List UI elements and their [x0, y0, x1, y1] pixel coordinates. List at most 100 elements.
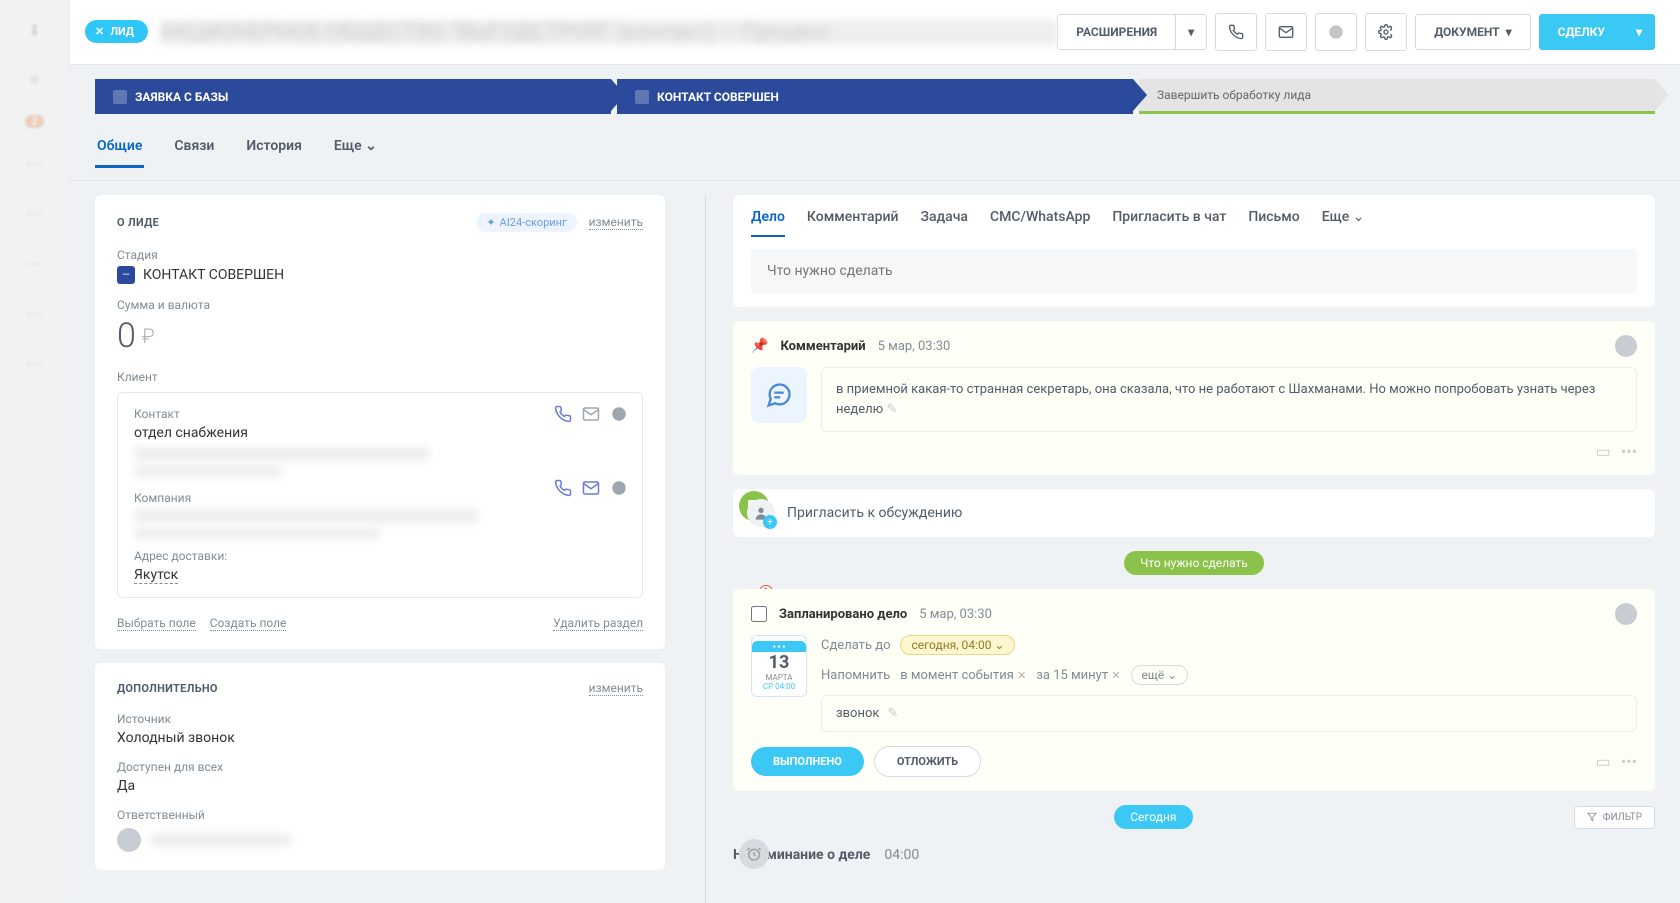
- additional-title: ДОПОЛНИТЕЛЬНО: [117, 682, 218, 695]
- stage-item[interactable]: КОНТАКТ СОВЕРШЕН: [617, 79, 1133, 114]
- delete-section-link[interactable]: Удалить раздел: [553, 616, 643, 631]
- deal-dropdown[interactable]: ▾: [1624, 14, 1655, 50]
- additional-card: ДОПОЛНИТЕЛЬНО изменить Источник Холодный…: [95, 663, 665, 870]
- reminder-marker-icon: [739, 839, 769, 869]
- contact-value: отдел снабжения: [134, 425, 626, 441]
- edit-icon[interactable]: ✎: [887, 706, 898, 721]
- rail-icon-1[interactable]: ⬇: [20, 15, 50, 45]
- rail-icon-2[interactable]: ≡: [20, 65, 50, 95]
- tab-links[interactable]: Связи: [172, 128, 216, 168]
- pin-icon[interactable]: 📌: [751, 338, 768, 354]
- rail-icon-6[interactable]: ⋯: [20, 298, 50, 328]
- avail-label: Доступен для всех: [117, 760, 643, 774]
- edit-icon[interactable]: ✎: [887, 402, 898, 417]
- extensions-button[interactable]: РАСШИРЕНИЯ: [1057, 14, 1176, 50]
- stage-label: Стадия: [117, 248, 643, 262]
- edit-link[interactable]: изменить: [589, 681, 643, 696]
- stage-value: — КОНТАКТ СОВЕРШЕН: [117, 266, 643, 284]
- rail-icon-7[interactable]: ⋯: [20, 348, 50, 378]
- company-label: Компания: [134, 491, 626, 505]
- amount-label: Сумма и валюта: [117, 298, 643, 312]
- extensions-dropdown[interactable]: ▾: [1176, 14, 1207, 50]
- stage-icon: [635, 90, 649, 104]
- plus-icon: +: [763, 515, 777, 529]
- stage-item[interactable]: ЗАЯВКА С БАЗЫ: [95, 79, 611, 114]
- document-button[interactable]: ДОКУМЕНТ ▾: [1415, 14, 1530, 50]
- tab-common[interactable]: Общие: [95, 128, 144, 168]
- mail-icon[interactable]: [582, 405, 600, 423]
- tl-tab-todo[interactable]: Дело: [751, 209, 785, 237]
- delivery-value[interactable]: Якутск: [134, 567, 178, 584]
- rail-icon-4[interactable]: ⋯: [20, 198, 50, 228]
- tl-tab-comment[interactable]: Комментарий: [807, 209, 899, 237]
- mail-icon[interactable]: [582, 479, 600, 497]
- avatar: [1615, 335, 1637, 357]
- chip-today: Сегодня: [1114, 805, 1192, 829]
- source-label: Источник: [117, 712, 643, 726]
- rail-icon-5[interactable]: ⋯: [20, 248, 50, 278]
- comment-card: 📌 Комментарий 5 мар, 03:30: [733, 321, 1655, 475]
- postpone-button[interactable]: ОТЛОЖИТЬ: [874, 746, 981, 777]
- about-lead-title: О ЛИДЕ: [117, 216, 159, 229]
- filter-button[interactable]: ФИЛЬТР: [1574, 806, 1655, 829]
- topbar: АКЦИОНЕРНОЕ ОБЩЕСТВО "ВЫГОДСТРОЙ" (конта…: [70, 0, 1680, 65]
- avatar: [1615, 603, 1637, 625]
- settings-button[interactable]: [1365, 13, 1407, 51]
- left-rail: ⬇ ≡ 2 ⋯ ⋯ ⋯ ⋯ ⋯: [0, 0, 70, 903]
- mail-button[interactable]: [1265, 13, 1307, 51]
- planned-checkbox[interactable]: [751, 606, 767, 622]
- comment-date: 5 мар, 03:30: [878, 339, 951, 354]
- invite-row[interactable]: + Пригласить к обсуждению: [733, 489, 1655, 537]
- due-pill[interactable]: сегодня, 04:00 ⌄: [900, 635, 1015, 655]
- pipeline: ЗАЯВКА С БАЗЫ КОНТАКТ СОВЕРШЕН Завершить…: [70, 65, 1680, 128]
- chat-button[interactable]: [1315, 13, 1357, 51]
- amount-value: 0₽: [117, 316, 643, 356]
- phone-icon[interactable]: [554, 405, 572, 423]
- tl-tab-task[interactable]: Задача: [920, 209, 967, 237]
- reminder-time: 04:00: [884, 847, 919, 863]
- planned-text: звонок ✎: [821, 695, 1637, 732]
- rail-icon-3[interactable]: ⋯: [20, 148, 50, 178]
- close-icon[interactable]: ✕: [95, 25, 104, 38]
- avail-value: Да: [117, 778, 643, 794]
- tab-history[interactable]: История: [244, 128, 304, 168]
- tab-more[interactable]: Еще ⌄: [332, 128, 379, 168]
- remind-more[interactable]: ещё ⌄: [1131, 665, 1189, 685]
- phone-button[interactable]: [1215, 13, 1257, 51]
- planned-title: Запланировано дело: [779, 607, 907, 622]
- page-title: АКЦИОНЕРНОЕ ОБЩЕСТВО "ВЫГОДСТРОЙ" (конта…: [160, 20, 1057, 45]
- avatar: [117, 828, 141, 852]
- chat-icon[interactable]: [610, 405, 628, 423]
- client-card: Контакт отдел снабжения Компания Адрес д: [117, 392, 643, 598]
- contact-label: Контакт: [134, 407, 626, 421]
- lead-tag-label: ЛИД: [110, 25, 134, 38]
- lead-tag[interactable]: ✕ ЛИД: [85, 20, 148, 43]
- create-field-link[interactable]: Создать поле: [210, 616, 287, 631]
- edit-link[interactable]: изменить: [589, 215, 643, 230]
- stage-final[interactable]: Завершить обработку лида: [1139, 79, 1655, 114]
- tl-tab-more[interactable]: Еще ⌄: [1322, 209, 1365, 237]
- deal-button[interactable]: СДЕЛКУ: [1539, 14, 1624, 50]
- remind-tag[interactable]: в момент события ✕: [900, 668, 1026, 683]
- note-icon[interactable]: ▭: [1596, 752, 1611, 771]
- tl-tab-invite[interactable]: Пригласить в чат: [1112, 209, 1226, 237]
- more-icon[interactable]: •••: [1621, 752, 1637, 771]
- tl-tab-sms[interactable]: СМС/WhatsApp: [990, 209, 1090, 237]
- tl-tab-letter[interactable]: Письмо: [1248, 209, 1299, 237]
- more-icon[interactable]: •••: [1621, 442, 1637, 461]
- select-field-link[interactable]: Выбрать поле: [117, 616, 196, 631]
- phone-icon[interactable]: [554, 479, 572, 497]
- compose-input[interactable]: [751, 249, 1637, 293]
- scoring-badge[interactable]: ✦ AI24-скоринг: [476, 213, 576, 232]
- planned-date: 5 мар, 03:30: [919, 607, 992, 622]
- remind-tag[interactable]: за 15 минут ✕: [1036, 668, 1120, 683]
- chat-icon[interactable]: [610, 479, 628, 497]
- note-icon[interactable]: ▭: [1596, 442, 1611, 461]
- reminder-row: Напоминание о деле 04:00: [733, 843, 1655, 867]
- remind-label: Напомнить: [821, 668, 890, 683]
- comment-title: Комментарий: [780, 339, 865, 354]
- planned-card: Запланировано дело 5 мар, 03:30 ▪ ▪ ▪ 13…: [733, 589, 1655, 791]
- done-button[interactable]: ВЫПОЛНЕНО: [751, 747, 864, 776]
- calendar-thumb: ▪ ▪ ▪ 13 МАРТА СР 04:00: [751, 635, 807, 697]
- invite-text: Пригласить к обсуждению: [787, 505, 962, 521]
